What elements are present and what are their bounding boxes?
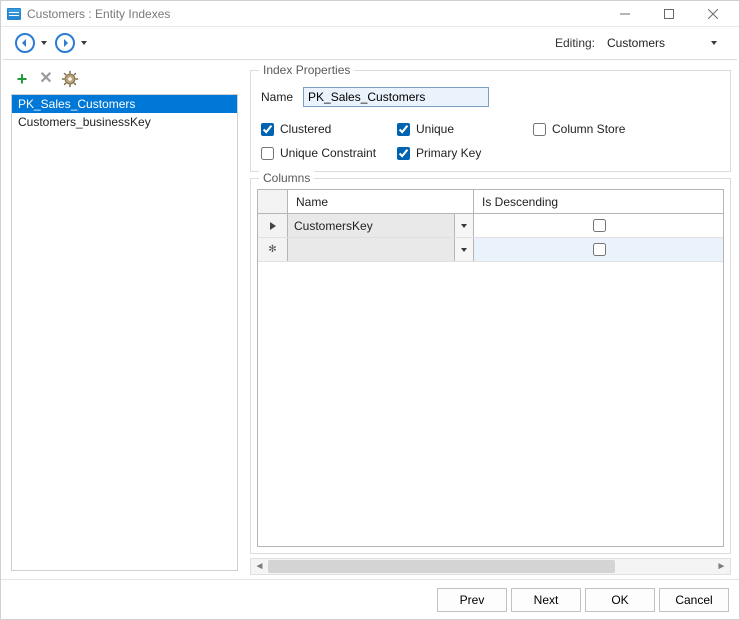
- close-button[interactable]: [691, 1, 735, 27]
- editing-label: Editing:: [555, 36, 595, 50]
- name-label: Name: [261, 90, 293, 104]
- x-icon: ✕: [39, 71, 52, 87]
- clustered-check-input[interactable]: [261, 123, 274, 136]
- dialog-window: Customers : Entity Indexes Editing: Cust…: [0, 0, 740, 620]
- next-button[interactable]: Next: [511, 588, 581, 612]
- current-row-icon: [270, 222, 276, 230]
- combo-dropdown-button[interactable]: [455, 238, 473, 261]
- minimize-button[interactable]: [603, 1, 647, 27]
- scroll-right-button[interactable]: ►: [713, 559, 730, 574]
- grid-header: Name Is Descending: [258, 190, 723, 214]
- row-header[interactable]: [258, 214, 288, 237]
- index-properties-group: Index Properties Name Clustered Unique: [250, 70, 731, 172]
- scroll-track[interactable]: [268, 559, 713, 574]
- column-name-value: [288, 238, 455, 261]
- index-name-input[interactable]: [303, 87, 489, 107]
- is-descending-cell[interactable]: [474, 214, 723, 237]
- chevron-down-icon: [461, 224, 467, 228]
- col-header-is-descending[interactable]: Is Descending: [474, 190, 723, 213]
- unique-constraint-checkbox[interactable]: Unique Constraint: [261, 141, 397, 165]
- left-toolbar: + ✕: [11, 66, 238, 92]
- primary-key-check-input[interactable]: [397, 147, 410, 160]
- cancel-button[interactable]: Cancel: [659, 588, 729, 612]
- index-properties-legend: Index Properties: [259, 63, 354, 77]
- unique-label: Unique: [416, 122, 454, 136]
- back-dropdown-icon[interactable]: [41, 41, 47, 45]
- clustered-checkbox[interactable]: Clustered: [261, 117, 397, 141]
- maximize-button[interactable]: [647, 1, 691, 27]
- plus-icon: +: [17, 70, 28, 88]
- col-header-name[interactable]: Name: [288, 190, 474, 213]
- list-item[interactable]: Customers_businessKey: [12, 113, 237, 131]
- body: + ✕: [1, 60, 739, 579]
- grid-row[interactable]: ✻: [258, 238, 723, 262]
- column-name-combo[interactable]: CustomersKey: [288, 214, 474, 237]
- nav-bar: Editing: Customers: [1, 27, 739, 59]
- unique-constraint-label: Unique Constraint: [280, 146, 376, 160]
- row-header-corner: [258, 190, 288, 213]
- editing-select[interactable]: Customers: [603, 33, 725, 53]
- row-header[interactable]: ✻: [258, 238, 288, 261]
- grid-row[interactable]: CustomersKey: [258, 214, 723, 238]
- titlebar: Customers : Entity Indexes: [1, 1, 739, 27]
- columns-legend: Columns: [259, 171, 314, 185]
- options-button[interactable]: [61, 70, 79, 88]
- scroll-thumb[interactable]: [268, 560, 615, 573]
- primary-key-label: Primary Key: [416, 146, 481, 160]
- is-descending-checkbox[interactable]: [593, 219, 606, 232]
- unique-checkbox[interactable]: Unique: [397, 117, 533, 141]
- column-store-check-input[interactable]: [533, 123, 546, 136]
- back-button[interactable]: [15, 33, 35, 53]
- combo-dropdown-button[interactable]: [455, 214, 473, 237]
- primary-key-checkbox[interactable]: Primary Key: [397, 141, 533, 165]
- gear-icon: [61, 70, 79, 88]
- prev-button[interactable]: Prev: [437, 588, 507, 612]
- is-descending-checkbox[interactable]: [593, 243, 606, 256]
- add-button[interactable]: +: [13, 70, 31, 88]
- delete-button[interactable]: ✕: [37, 70, 55, 88]
- ok-button[interactable]: OK: [585, 588, 655, 612]
- forward-dropdown-icon[interactable]: [81, 41, 87, 45]
- horizontal-scrollbar[interactable]: ◄ ►: [250, 558, 731, 575]
- grid-body: CustomersKey ✻: [258, 214, 723, 546]
- app-icon: [7, 8, 21, 20]
- column-name-combo[interactable]: [288, 238, 474, 261]
- footer: Prev Next OK Cancel: [1, 579, 739, 619]
- right-panel: Index Properties Name Clustered Unique: [246, 60, 739, 579]
- new-row-icon: ✻: [268, 244, 276, 255]
- scroll-left-button[interactable]: ◄: [251, 559, 268, 574]
- forward-button[interactable]: [55, 33, 75, 53]
- window-title: Customers : Entity Indexes: [27, 7, 603, 21]
- unique-check-input[interactable]: [397, 123, 410, 136]
- columns-grid: Name Is Descending CustomersKey: [257, 189, 724, 547]
- index-list[interactable]: PK_Sales_Customers Customers_businessKey: [11, 94, 238, 571]
- columns-group: Columns Name Is Descending CustomersKey: [250, 178, 731, 554]
- unique-constraint-check-input[interactable]: [261, 147, 274, 160]
- column-store-checkbox[interactable]: Column Store: [533, 117, 683, 141]
- column-store-label: Column Store: [552, 122, 625, 136]
- list-item[interactable]: PK_Sales_Customers: [12, 95, 237, 113]
- chevron-down-icon: [461, 248, 467, 252]
- clustered-label: Clustered: [280, 122, 331, 136]
- column-name-value: CustomersKey: [288, 214, 455, 237]
- left-panel: + ✕: [1, 60, 246, 579]
- is-descending-cell[interactable]: [474, 238, 723, 261]
- editing-value: Customers: [607, 36, 665, 50]
- chevron-down-icon: [711, 41, 717, 45]
